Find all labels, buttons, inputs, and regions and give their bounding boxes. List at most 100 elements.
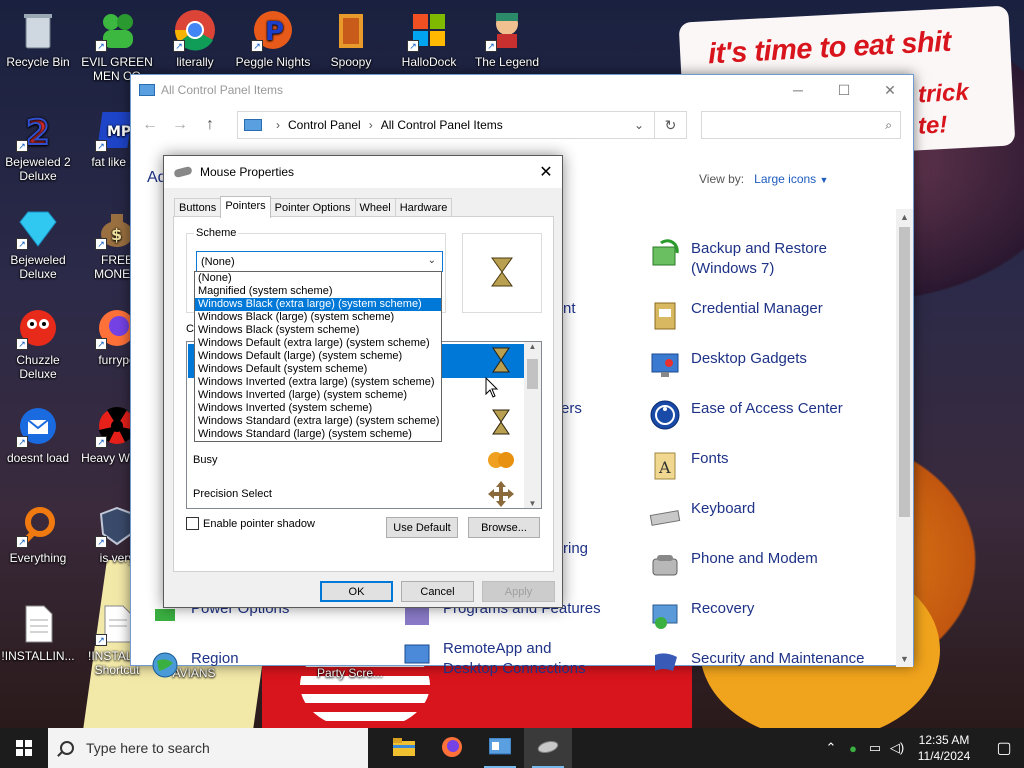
desktop-icon-recycle-bin[interactable]: Recycle Bin: [0, 8, 76, 69]
network-icon[interactable]: ▭: [864, 740, 886, 756]
pointer-shadow-checkbox[interactable]: [186, 517, 199, 530]
tab-hardware[interactable]: Hardware: [394, 198, 453, 218]
maximize-button[interactable]: ☐: [821, 75, 867, 105]
desktop-icon-chuzzle[interactable]: ↗ Chuzzle Deluxe: [0, 306, 76, 381]
desktop-icon-bejeweled2[interactable]: 2 ↗ Bejeweled 2 Deluxe: [0, 108, 76, 183]
cancel-button[interactable]: Cancel: [401, 581, 474, 602]
everything-search-icon: ↗: [16, 504, 60, 548]
close-button[interactable]: ✕: [530, 156, 562, 188]
search-input[interactable]: ⌕: [701, 111, 901, 139]
desktop-icon-the-legend[interactable]: ↗ The Legend: [469, 8, 545, 69]
chevron-right-icon[interactable]: ›: [369, 118, 373, 132]
tab-wheel[interactable]: Wheel: [354, 198, 396, 218]
vertical-scrollbar[interactable]: ▲ ▼: [896, 209, 913, 667]
dialog-title-bar[interactable]: Mouse Properties: [164, 156, 562, 188]
cp-item-keyboard[interactable]: Keyboard: [649, 499, 755, 531]
breadcrumb-all-items[interactable]: All Control Panel Items: [381, 118, 503, 132]
desktop-icon-green-men[interactable]: ↗ EVIL GREEN MEN CO: [79, 8, 155, 83]
minimize-button[interactable]: ─: [775, 75, 821, 105]
desktop-icon-bejeweled[interactable]: ↗ Bejeweled Deluxe: [0, 206, 76, 281]
scheme-option[interactable]: Windows Black (system scheme): [195, 324, 441, 337]
tab-pointer-options[interactable]: Pointer Options: [269, 198, 356, 218]
cp-item-region[interactable]: Region: [149, 649, 239, 681]
cp-item-fonts[interactable]: A Fonts: [649, 449, 729, 481]
chevron-down-icon[interactable]: ⌄: [634, 118, 644, 132]
back-arrow-icon[interactable]: ←: [139, 116, 161, 134]
scheme-option[interactable]: Windows Standard (extra large) (system s…: [195, 415, 441, 428]
user-icon[interactable]: ●: [842, 741, 864, 756]
clock[interactable]: 12:35 AM 11/4/2024: [914, 732, 974, 764]
recycle-bin-icon: [16, 8, 60, 52]
use-default-button[interactable]: Use Default: [386, 517, 458, 538]
forward-arrow-icon[interactable]: →: [169, 116, 191, 134]
cp-item-security[interactable]: Security and Maintenance: [649, 649, 864, 681]
cursor-preview: [462, 233, 542, 313]
list-scrollbar[interactable]: ▲ ▼: [524, 342, 541, 508]
scroll-down-icon[interactable]: ▼: [524, 499, 541, 508]
cursor-row-busy[interactable]: Busy: [193, 454, 217, 466]
scheme-option[interactable]: Windows Black (large) (system scheme): [195, 311, 441, 324]
cp-item-phone-modem[interactable]: Phone and Modem: [649, 549, 818, 581]
cp-item-backup[interactable]: Backup and Restore (Windows 7): [649, 239, 829, 279]
scheme-option[interactable]: Windows Default (extra large) (system sc…: [195, 337, 441, 350]
desktop-icon-chrome[interactable]: ↗ literally: [157, 8, 233, 69]
scheme-option[interactable]: Windows Inverted (system scheme): [195, 402, 441, 415]
chevron-up-icon[interactable]: ⌃: [820, 740, 842, 756]
browse-button[interactable]: Browse...: [468, 517, 540, 538]
breadcrumb-control-panel[interactable]: Control Panel: [288, 118, 361, 132]
address-bar[interactable]: › Control Panel › All Control Panel Item…: [237, 111, 655, 139]
tab-pointers[interactable]: Pointers: [220, 196, 271, 218]
desktop-icon-spoopy[interactable]: Spoopy: [313, 8, 389, 69]
desktop-icon-hallodock[interactable]: ↗ HalloDock: [391, 8, 467, 69]
start-button[interactable]: [0, 728, 48, 768]
cp-item-credential[interactable]: Credential Manager: [649, 299, 823, 331]
cp-item-remoteapp[interactable]: RemoteApp and Desktop Connections: [401, 639, 591, 679]
cp-item-partial[interactable]: ers: [561, 399, 582, 419]
taskbar-control-panel[interactable]: [476, 728, 524, 768]
ok-button[interactable]: OK: [320, 581, 393, 602]
notifications-icon[interactable]: ▢: [984, 738, 1024, 758]
taskbar-file-explorer[interactable]: [380, 728, 428, 768]
apply-button[interactable]: Apply: [482, 581, 555, 602]
cp-item-partial[interactable]: nt: [563, 299, 576, 319]
taskbar-mouse-properties[interactable]: [524, 728, 572, 768]
scheme-option[interactable]: Windows Standard (large) (system scheme): [195, 428, 441, 441]
desktop-icon-installing[interactable]: !INSTALLIN...: [0, 602, 76, 663]
pointer-shadow-option[interactable]: Enable pointer shadow: [186, 517, 315, 530]
scheme-dropdown-list[interactable]: (None) Magnified (system scheme) Windows B…: [194, 271, 442, 442]
scroll-up-icon[interactable]: ▲: [524, 342, 541, 351]
desktop-icon-everything[interactable]: ↗ Everything: [0, 504, 76, 565]
scrollbar-thumb[interactable]: [899, 227, 910, 517]
cp-item-partial[interactable]: ring: [563, 539, 588, 559]
chevron-right-icon[interactable]: ›: [276, 118, 280, 132]
scheme-option[interactable]: (None): [195, 272, 441, 285]
cp-item-gadgets[interactable]: Desktop Gadgets: [649, 349, 807, 381]
cursor-row-precision[interactable]: Precision Select: [193, 488, 272, 500]
desktop-icon-party-scre[interactable]: Party Scre...: [312, 666, 388, 680]
scheme-option[interactable]: Windows Default (large) (system scheme): [195, 350, 441, 363]
close-button[interactable]: ✕: [867, 75, 913, 105]
refresh-button[interactable]: ↻: [655, 111, 687, 139]
cp-item-ease-of-access[interactable]: Ease of Access Center: [649, 399, 843, 431]
diamond-icon: ↗: [16, 206, 60, 250]
taskbar-search-box[interactable]: Type here to search: [48, 728, 368, 768]
scheme-option[interactable]: Windows Black (extra large) (system sche…: [195, 298, 441, 311]
scroll-down-icon[interactable]: ▼: [896, 651, 913, 667]
desktop-icon-doesnt-load[interactable]: ↗ doesnt load: [0, 404, 76, 465]
tab-buttons[interactable]: Buttons: [174, 198, 222, 218]
view-by-dropdown[interactable]: Large icons: [754, 172, 816, 186]
cp-item-recovery[interactable]: Recovery: [649, 599, 754, 631]
up-arrow-icon[interactable]: ↑: [199, 116, 221, 134]
scrollbar-thumb[interactable]: [527, 359, 538, 389]
scheme-option[interactable]: Windows Inverted (large) (system scheme): [195, 389, 441, 402]
scheme-dropdown[interactable]: (None) ⌄: [196, 251, 443, 272]
search-icon: [60, 741, 74, 755]
scroll-up-icon[interactable]: ▲: [896, 209, 913, 225]
volume-icon[interactable]: ◁): [886, 740, 908, 756]
desktop-icon-peggle[interactable]: P ↗ Peggle Nights: [235, 8, 311, 69]
scheme-option[interactable]: Magnified (system scheme): [195, 285, 441, 298]
chevron-down-icon[interactable]: ▼: [820, 175, 829, 185]
scheme-option[interactable]: Windows Default (system scheme): [195, 363, 441, 376]
scheme-option[interactable]: Windows Inverted (extra large) (system s…: [195, 376, 441, 389]
taskbar-firefox[interactable]: [428, 728, 476, 768]
